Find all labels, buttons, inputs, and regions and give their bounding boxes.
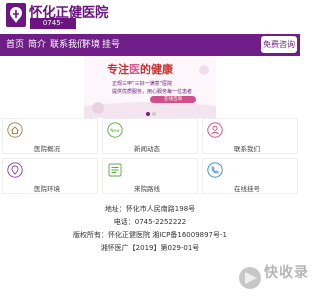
environment-icon bbox=[7, 162, 23, 178]
header-phone: 0745-2252222 bbox=[30, 18, 76, 38]
free-consult-button[interactable]: 免费咨询 bbox=[261, 36, 297, 53]
grid-item-route[interactable]: 来院路线 bbox=[102, 158, 198, 194]
grid-item-contact[interactable]: 联系我们 bbox=[202, 118, 298, 154]
banner[interactable]: 专注医的健康 正规三甲“三好一满意”医院 提供优质服务，用心服务每一位患者 在线… bbox=[0, 56, 300, 118]
home-icon bbox=[7, 122, 23, 138]
news-icon: New bbox=[107, 122, 123, 138]
footer-address: 地址：怀化市人民南路198号 bbox=[104, 205, 196, 213]
contact-icon bbox=[207, 122, 223, 138]
header: 怀化正健医院 0745-2252222 bbox=[0, 0, 300, 38]
grid-item-environment[interactable]: 医院环境 bbox=[2, 158, 98, 194]
nav-item-contact[interactable]: 联系我们 bbox=[50, 34, 86, 56]
carousel-dots bbox=[146, 112, 156, 116]
banner-description: 提供优质服务，用心服务每一位患者 bbox=[112, 89, 193, 95]
banner-subline: 正规三甲“三好一满意”医院 bbox=[112, 81, 173, 87]
route-icon bbox=[108, 163, 122, 177]
grid-item-news[interactable]: New 新闻动态 bbox=[102, 118, 198, 154]
svg-text:New: New bbox=[110, 128, 120, 133]
watermark-text: 快收录 bbox=[264, 265, 309, 281]
nav-item-register[interactable]: 挂号 bbox=[102, 34, 120, 56]
carousel-dot[interactable] bbox=[152, 112, 156, 116]
grid-item-overview[interactable]: 医院概况 bbox=[2, 118, 98, 154]
grid-item-label: 联系我们 bbox=[234, 145, 260, 153]
carousel-dot-active[interactable] bbox=[146, 112, 150, 116]
banner-consult-button[interactable]: 在线咨询 bbox=[150, 96, 196, 103]
grid-item-label: 新闻动态 bbox=[134, 145, 160, 153]
grid-item-label: 医院概况 bbox=[34, 145, 60, 153]
banner-headline: 专注医的健康 bbox=[107, 63, 173, 76]
grid-item-register[interactable]: 在线挂号 bbox=[202, 158, 298, 194]
grid-item-label: 医院环境 bbox=[34, 185, 60, 193]
nav-item-home[interactable]: 首页 bbox=[6, 34, 24, 56]
main-nav: 首页 简介 联系我们 环境 挂号 免费咨询 bbox=[0, 34, 300, 56]
footer-copyright: 版权所有：怀化正健医院 湘ICP备16009897号-1 bbox=[72, 231, 227, 239]
quick-links-grid: 医院概况 New 新闻动态 联系我们 医院环境 来院路线 在线挂号 bbox=[0, 118, 300, 196]
phone-icon bbox=[207, 162, 223, 178]
grid-item-label: 来院路线 bbox=[134, 185, 160, 193]
grid-item-label: 在线挂号 bbox=[234, 185, 260, 193]
hospital-logo-icon bbox=[6, 3, 26, 27]
nav-item-intro[interactable]: 简介 bbox=[28, 34, 46, 56]
nav-item-environment[interactable]: 环境 bbox=[82, 34, 100, 56]
footer-tel[interactable]: 电话：0745-2252222 bbox=[0, 217, 300, 227]
